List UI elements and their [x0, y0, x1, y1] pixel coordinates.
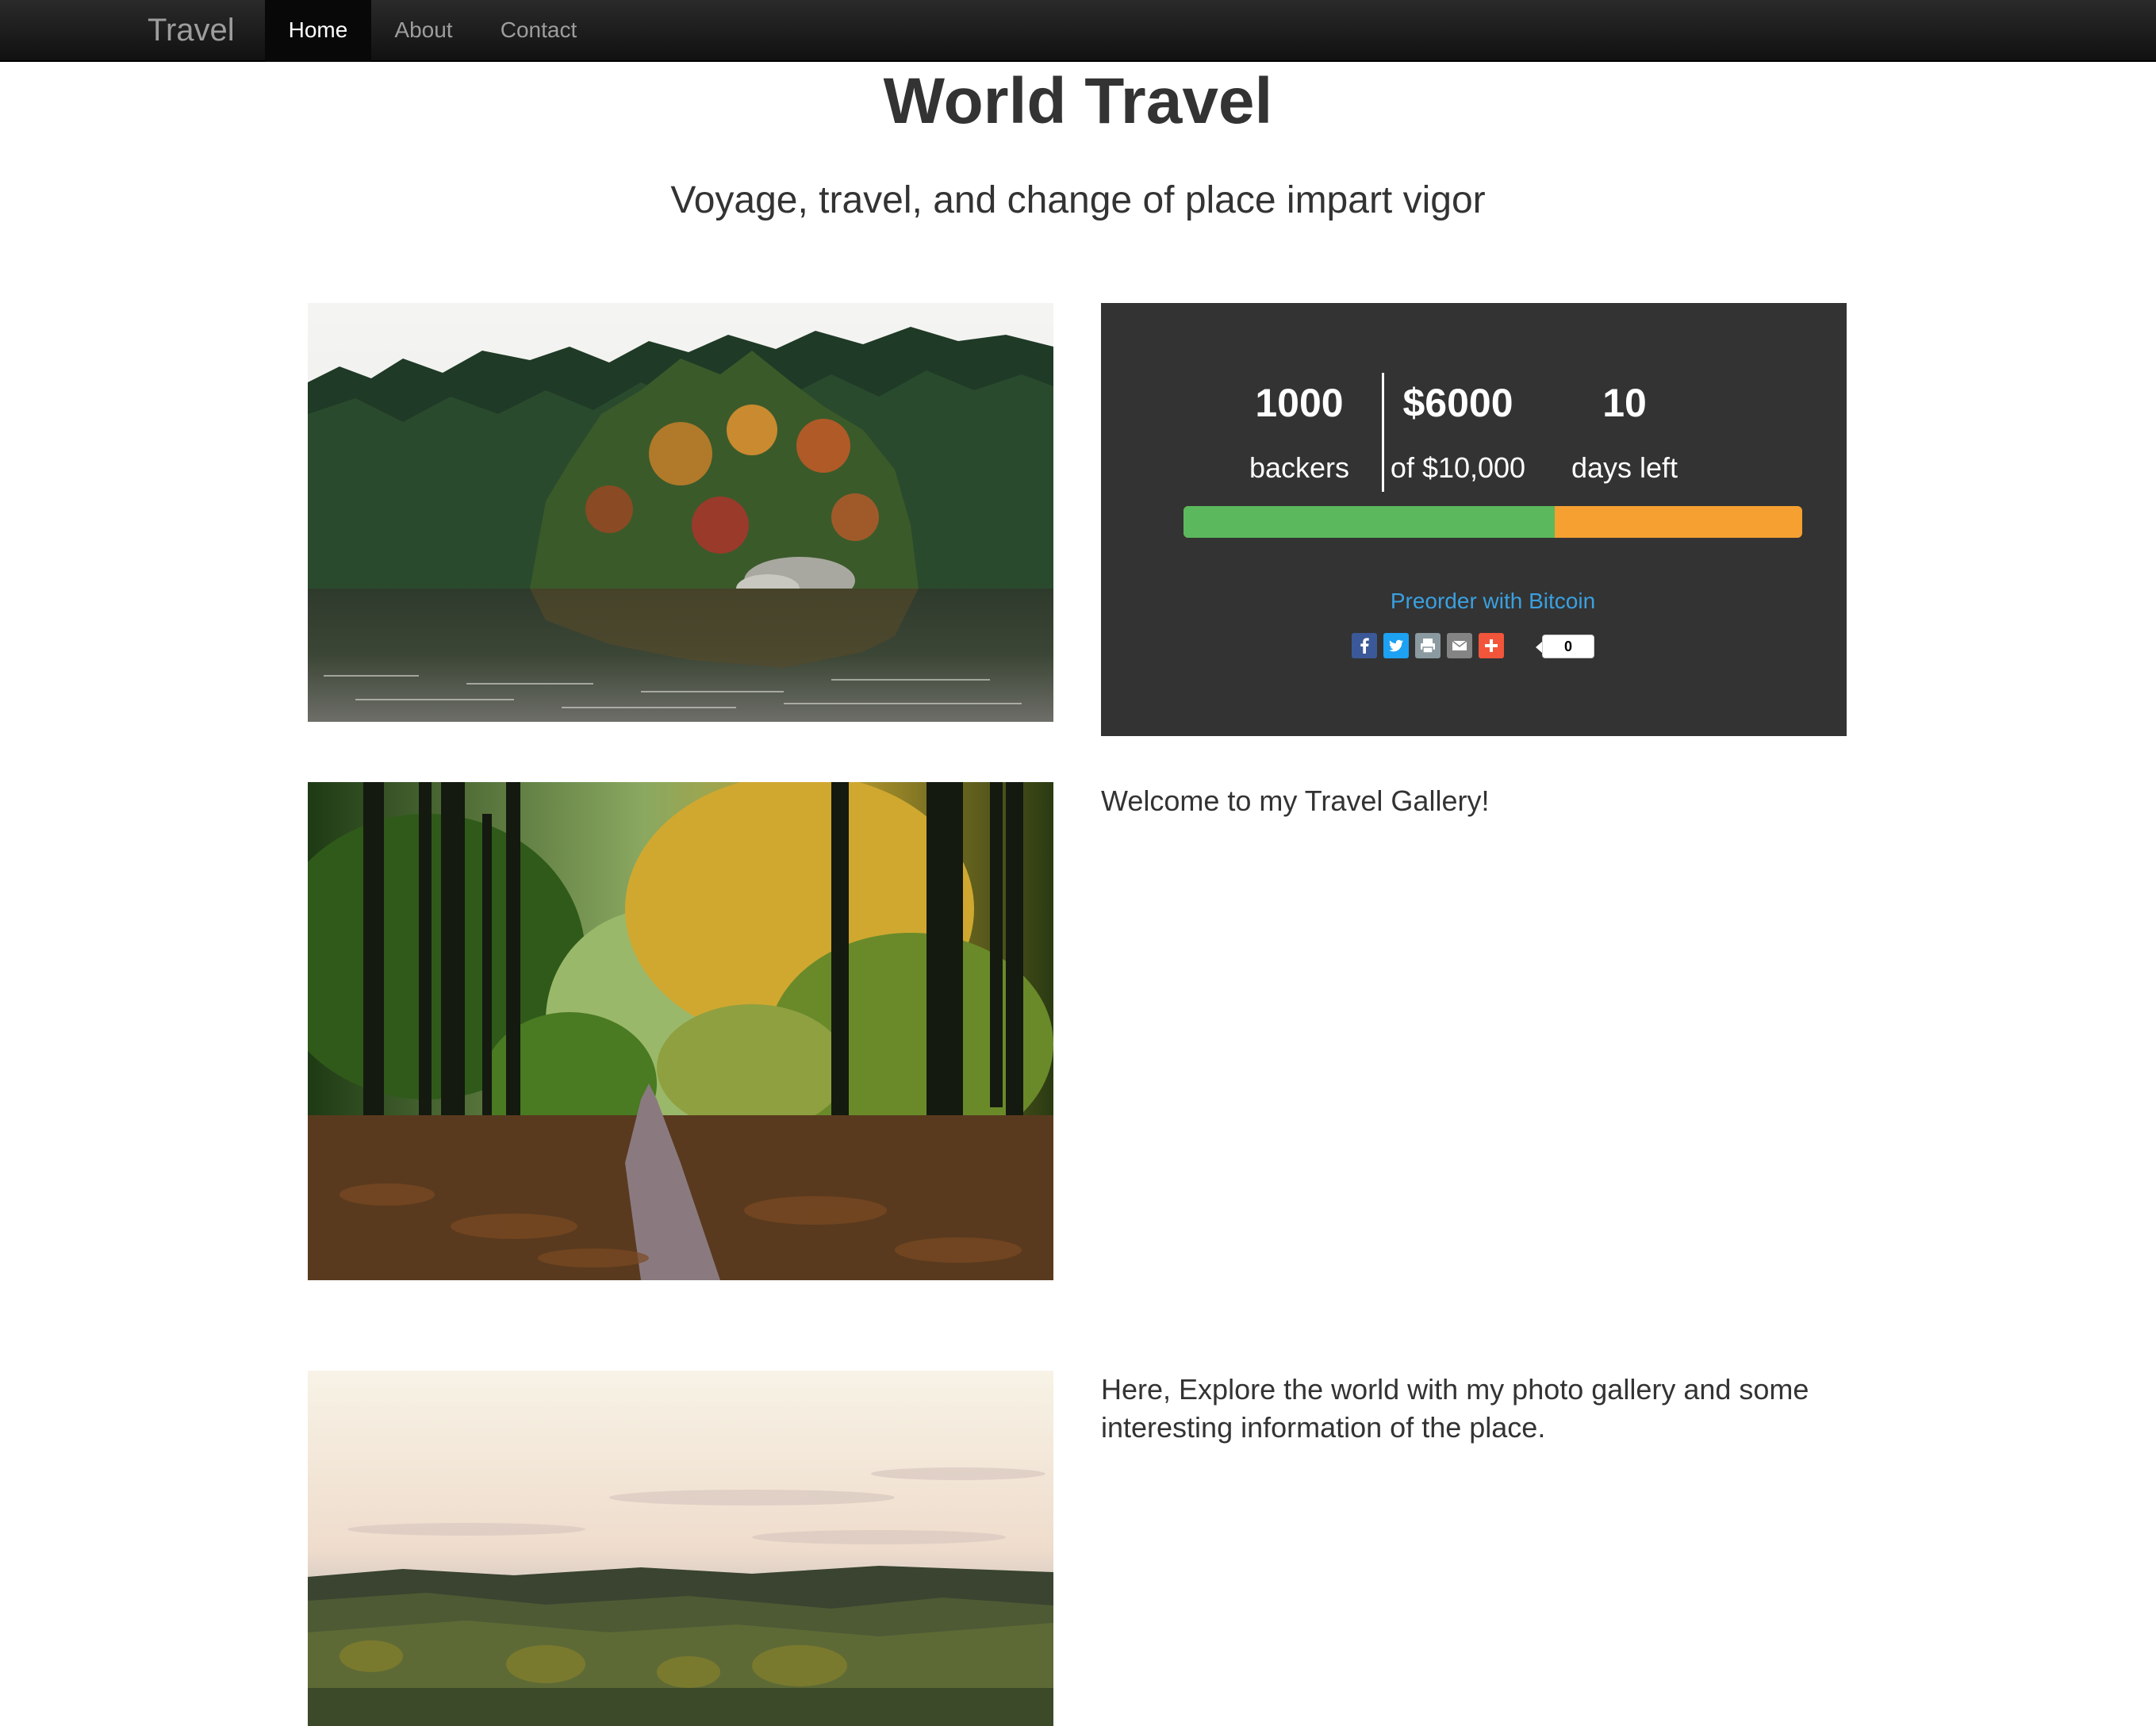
lake-island-photo [308, 303, 1053, 722]
days-left-label: days left [1571, 451, 1678, 484]
nav-item-contact[interactable]: Contact [476, 0, 601, 62]
funding-progress-fill [1183, 506, 1555, 538]
nav-item-about[interactable]: About [371, 0, 476, 62]
forest-path-photo [308, 782, 1053, 1280]
print-icon[interactable] [1415, 633, 1441, 658]
days-left-count: 10 [1602, 381, 1647, 425]
goal-label: of $10,000 [1390, 451, 1526, 484]
add-more-icon[interactable] [1479, 633, 1504, 658]
stat-divider [1382, 373, 1384, 492]
hills-landscape-photo [308, 1371, 1053, 1726]
navbar-brand[interactable]: Travel [148, 11, 235, 49]
facebook-icon[interactable] [1352, 633, 1377, 658]
backers-count: 1000 [1255, 381, 1344, 425]
preorder-bitcoin-link[interactable]: Preorder with Bitcoin [1101, 587, 1885, 616]
welcome-text: Welcome to my Travel Gallery! [1101, 784, 1490, 817]
explore-text: Here, Explore the world with my photo ga… [1101, 1373, 1809, 1444]
page-title: World Travel [883, 65, 1273, 137]
nav-item-home[interactable]: Home [265, 0, 371, 62]
crowdfund-panel: 1000 backers $6000 of $10,000 10 days le… [1101, 303, 1847, 736]
funding-progress-bar [1183, 506, 1802, 538]
email-icon[interactable] [1447, 633, 1472, 658]
navbar: Travel Home About Contact [0, 0, 2156, 62]
backers-label: backers [1249, 451, 1350, 484]
twitter-icon[interactable] [1383, 633, 1409, 658]
page-subtitle: Voyage, travel, and change of place impa… [670, 179, 1486, 221]
share-count-badge: 0 [1536, 635, 1594, 658]
raised-amount: $6000 [1402, 381, 1513, 425]
